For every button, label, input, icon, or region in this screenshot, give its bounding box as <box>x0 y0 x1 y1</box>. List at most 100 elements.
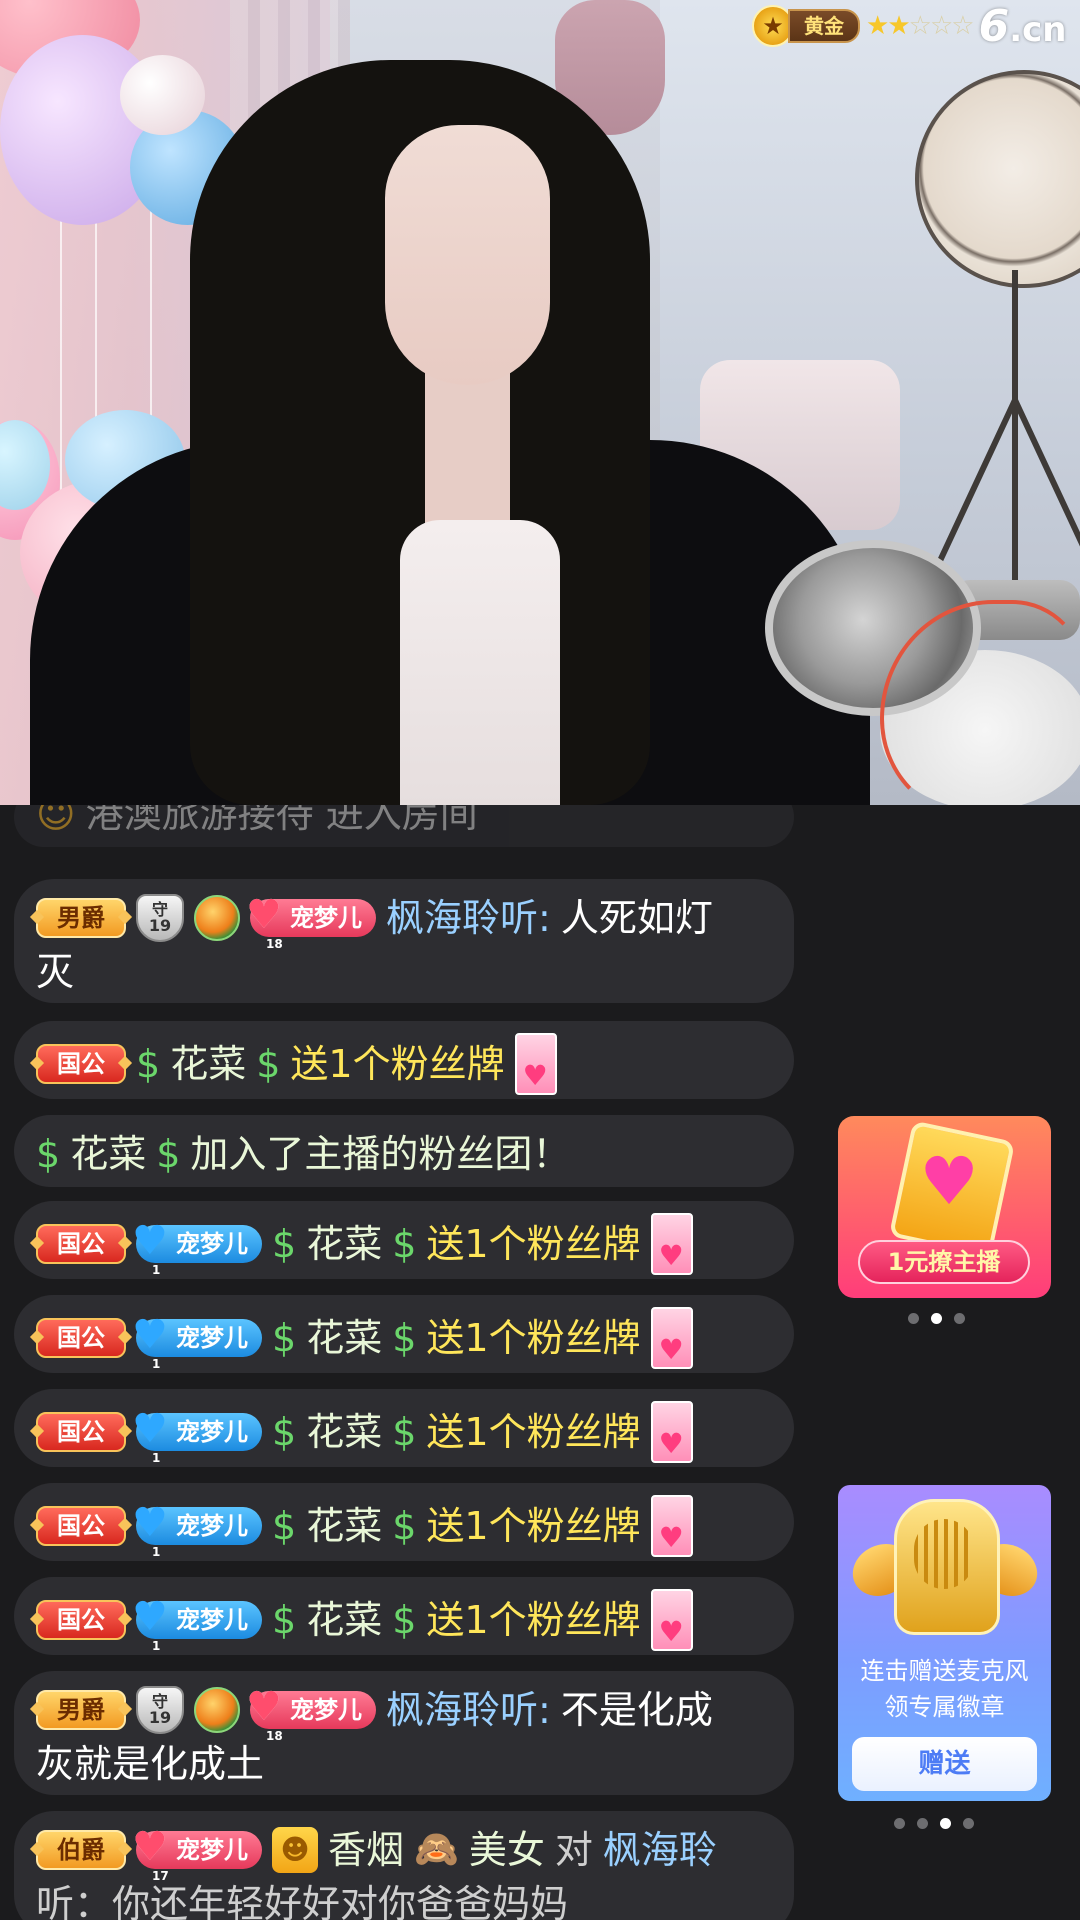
star-icon: ★ <box>866 11 889 41</box>
noble-badge: 国公 <box>36 1506 126 1546</box>
to-word: 对 <box>554 1828 593 1872</box>
noble-badge: 国公 <box>36 1600 126 1640</box>
fan-badge-gift-icon <box>650 1589 693 1659</box>
promo-mic-text: 连击赠送麦克风 领专属徽章 <box>860 1657 1029 1721</box>
rank-stars: ★★☆☆☆ <box>866 11 975 41</box>
chat-row-system: $ 花菜 $ 加入了主播的粉丝团！ <box>14 1115 794 1187</box>
fan-badge-gift-icon <box>514 1033 557 1103</box>
chat-row-gift[interactable]: 国公 ♥ 1 宠梦儿 $ 花菜 $ 送1个粉丝牌 <box>14 1295 794 1377</box>
dollar-icon: $ <box>392 1504 417 1548</box>
dollar-icon: $ <box>156 1132 181 1176</box>
promo-mic-combo[interactable]: 连击赠送麦克风 领专属徽章 赠送 <box>838 1485 1051 1801</box>
username[interactable]: 枫海聆听: <box>386 891 551 945</box>
guard-shield-icon: 守 19 <box>136 1686 184 1734</box>
username-continued[interactable]: 美女 <box>469 1823 545 1877</box>
chat-row-gift[interactable]: 国公 ♥ 1 宠梦儿 $ 花菜 $ 送1个粉丝牌 <box>14 1577 794 1659</box>
promo-tease-anchor[interactable]: 1元撩主播 <box>838 1116 1051 1298</box>
page-dot <box>963 1818 974 1829</box>
guard-shield-icon: 守 19 <box>136 894 184 942</box>
fan-club-badge: ♥ 1 宠梦儿 <box>132 1595 262 1653</box>
star-empty-icon: ☆ <box>951 11 974 41</box>
username[interactable]: 花菜 <box>306 1311 382 1365</box>
chat-row-message[interactable]: 男爵 守 19 ♥ 18 宠梦儿 枫海聆听: 不是化成 灰就是化成土 <box>14 1671 794 1795</box>
chat-row-entry: ☺ 港澳旅游接待 进入房间 <box>14 805 794 847</box>
message-text-continued: 听：你还年轻好好对你爸爸妈妈 <box>36 1882 569 1920</box>
username[interactable]: 花菜 <box>306 1217 382 1271</box>
fan-club-badge: ♥ 1 宠梦儿 <box>132 1407 262 1465</box>
message-text-continued: 灭 <box>36 950 75 994</box>
dollar-icon: $ <box>272 1598 297 1642</box>
anchor-rank-badge[interactable]: ★ 黄金 ★★☆☆☆ 6.cn <box>752 1 1066 52</box>
chat-row-gift[interactable]: 国公 ♥ 1 宠梦儿 $ 花菜 $ 送1个粉丝牌 <box>14 1483 794 1565</box>
heart-card-icon <box>888 1120 1016 1258</box>
promo-tease-button[interactable]: 1元撩主播 <box>858 1240 1030 1284</box>
heart-icon: ♥ <box>132 1500 168 1546</box>
gift-text: 送1个粉丝牌 <box>426 1598 641 1642</box>
page-dot <box>954 1313 965 1324</box>
fan-club-badge: ♥ 18 宠梦儿 <box>246 893 376 951</box>
dollar-icon: $ <box>256 1042 281 1086</box>
username[interactable]: 花菜 <box>306 1405 382 1459</box>
monkey-emoji-icon: 🙈 <box>414 1829 459 1870</box>
planet-badge-icon <box>194 1687 240 1733</box>
gift-text: 送1个粉丝牌 <box>426 1410 641 1454</box>
noble-badge: 国公 <box>36 1224 126 1264</box>
page-dot <box>908 1313 919 1324</box>
username[interactable]: 花菜 <box>306 1499 382 1553</box>
dollar-icon: $ <box>36 1132 61 1176</box>
gift-text: 送1个粉丝牌 <box>426 1504 641 1548</box>
microphone-grille <box>914 1519 974 1589</box>
rank-label: 黄金 <box>788 9 860 43</box>
live-video[interactable] <box>0 0 1080 805</box>
streamer-shirt <box>400 520 560 805</box>
noble-badge: 国公 <box>36 1044 126 1084</box>
dollar-icon: $ <box>272 1504 297 1548</box>
dollar-icon: $ <box>392 1316 417 1360</box>
star-empty-icon: ☆ <box>908 11 932 41</box>
noble-badge: 国公 <box>36 1318 126 1358</box>
entry-text: 港澳旅游接待 进入房间 <box>85 805 478 836</box>
lamp-stand <box>1012 270 1018 580</box>
chat-row-message[interactable]: 伯爵 ♥ 17 宠梦儿 ☻ 香烟 🙈 美女 对 枫海聆 听：你还年轻好好对你爸爸妈妈 <box>14 1811 794 1920</box>
promo1-pagination <box>908 1313 965 1324</box>
heart-icon: ♥ <box>132 1594 168 1640</box>
fan-club-badge: ♥ 1 宠梦儿 <box>132 1219 262 1277</box>
chat-row-message[interactable]: 男爵 守 19 ♥ 18 宠梦儿 枫海聆听: 人死如灯 灭 <box>14 879 794 1003</box>
dollar-icon: $ <box>272 1222 297 1266</box>
message-text-continued: 灰就是化成土 <box>36 1742 265 1786</box>
fan-club-badge: ♥ 1 宠梦儿 <box>132 1501 262 1559</box>
balloon-white <box>120 55 205 135</box>
message-text: 不是化成 <box>560 1688 713 1732</box>
username[interactable]: 花菜 <box>70 1127 146 1181</box>
username[interactable]: 花菜 <box>170 1037 246 1091</box>
streamer-neck <box>425 360 510 530</box>
promo2-pagination <box>894 1818 974 1829</box>
gift-text: 送1个粉丝牌 <box>290 1042 505 1086</box>
heart-icon: ♥ <box>132 1312 168 1358</box>
username[interactable]: 香烟 <box>328 1823 404 1877</box>
target-username[interactable]: 枫海聆 <box>603 1823 717 1877</box>
chat-row-gift[interactable]: 国公 ♥ 1 宠梦儿 $ 花菜 $ 送1个粉丝牌 <box>14 1389 794 1471</box>
noble-badge: 国公 <box>36 1412 126 1452</box>
chat-row-gift[interactable]: 国公 $ 花菜 $ 送1个粉丝牌 <box>14 1021 794 1103</box>
fan-badge-gift-icon <box>650 1401 693 1471</box>
dollar-icon: $ <box>392 1598 417 1642</box>
dollar-icon: $ <box>136 1042 161 1086</box>
page-dot-active <box>940 1818 951 1829</box>
star-icon: ★ <box>887 11 910 41</box>
page-dot-active <box>931 1313 942 1324</box>
fan-badge-gift-icon <box>650 1213 693 1283</box>
dollar-icon: $ <box>392 1410 417 1454</box>
fan-badge-gift-icon <box>650 1495 693 1565</box>
fan-club-badge: ♥ 18 宠梦儿 <box>246 1685 376 1743</box>
chat-list[interactable]: ☺ 港澳旅游接待 进入房间 男爵 守 19 ♥ 18 宠梦儿 枫海聆听: 人死如灯 灭… <box>0 805 840 1920</box>
send-gift-button[interactable]: 赠送 <box>852 1737 1037 1791</box>
planet-badge-icon <box>194 895 240 941</box>
page-dot <box>917 1818 928 1829</box>
username[interactable]: 枫海聆听: <box>386 1683 551 1737</box>
username[interactable]: 花菜 <box>306 1593 382 1647</box>
chat-row-gift[interactable]: 国公 ♥ 1 宠梦儿 $ 花菜 $ 送1个粉丝牌 <box>14 1201 794 1283</box>
page-dot <box>894 1818 905 1829</box>
streamer-face <box>385 125 550 385</box>
message-text: 人死如灯 <box>560 896 713 940</box>
